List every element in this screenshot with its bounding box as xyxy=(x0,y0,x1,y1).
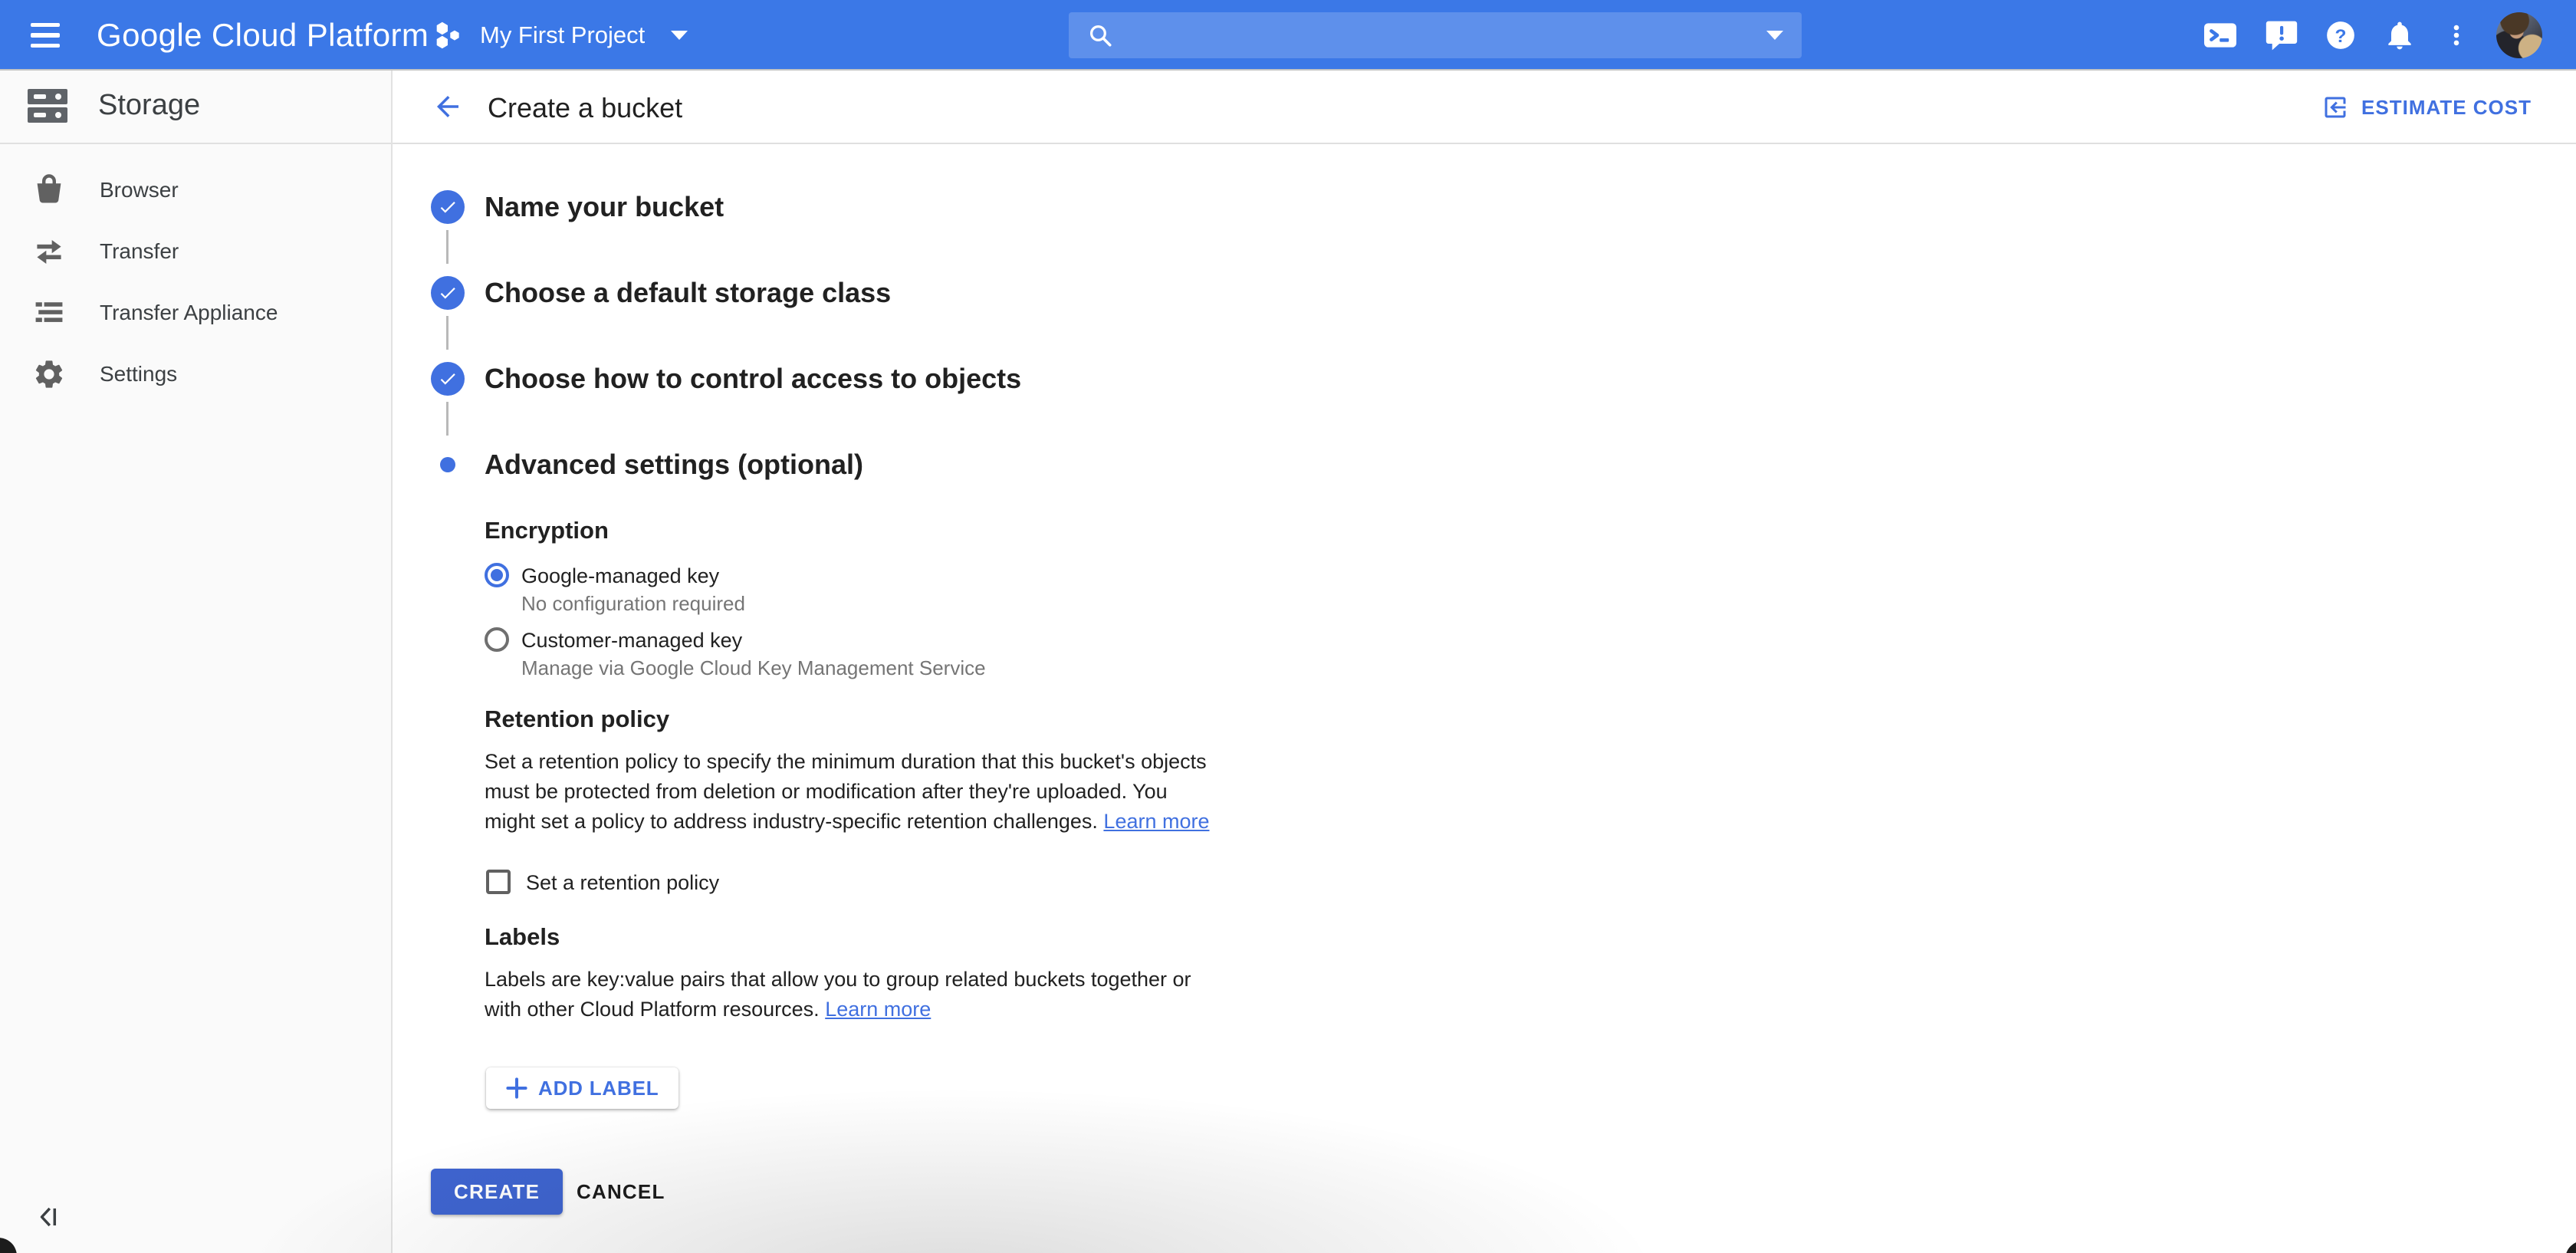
back-arrow-icon[interactable] xyxy=(431,90,465,124)
step-advanced-settings[interactable]: Advanced settings (optional) xyxy=(431,448,863,482)
add-label-button[interactable]: ADD LABEL xyxy=(486,1067,678,1109)
add-label-text: ADD LABEL xyxy=(538,1077,659,1100)
project-name: My First Project xyxy=(480,21,645,49)
search-scope-caret-icon[interactable] xyxy=(1766,31,1783,40)
step-title: Advanced settings (optional) xyxy=(485,449,863,481)
step-connector xyxy=(446,230,449,264)
step-title: Name your bucket xyxy=(485,191,724,223)
radio-customer-managed-key[interactable] xyxy=(485,627,509,652)
sidebar-header: Storage xyxy=(0,71,391,144)
notifications-icon[interactable] xyxy=(2383,18,2417,52)
sidebar-title: Storage xyxy=(98,89,200,122)
caret-down-icon xyxy=(671,31,688,40)
retention-policy-text: Set a retention policy to specify the mi… xyxy=(485,750,1207,833)
step-title: Choose a default storage class xyxy=(485,277,891,309)
sidebar-item-label: Browser xyxy=(100,178,179,202)
topbar-actions: ? xyxy=(2202,0,2542,71)
step-storage-class[interactable]: Choose a default storage class xyxy=(431,276,891,310)
sidebar-item-label: Transfer Appliance xyxy=(100,301,278,325)
labels-heading: Labels xyxy=(485,923,560,951)
cancel-button[interactable]: CANCEL xyxy=(558,1169,684,1215)
step-complete-icon xyxy=(431,276,465,310)
menu-icon[interactable] xyxy=(28,17,67,54)
step-name-your-bucket[interactable]: Name your bucket xyxy=(431,190,724,224)
retention-learn-more-link[interactable]: Learn more xyxy=(1103,810,1209,833)
radio-label[interactable]: Google-managed key xyxy=(521,564,719,588)
estimate-cost-button[interactable]: ESTIMATE COST xyxy=(2321,71,2532,144)
page-header: Create a bucket ESTIMATE COST xyxy=(393,71,2576,144)
plus-icon xyxy=(506,1077,527,1099)
retention-policy-heading: Retention policy xyxy=(485,705,669,733)
radio-google-managed-key[interactable] xyxy=(485,563,509,587)
appliance-list-icon xyxy=(31,294,67,331)
step-complete-icon xyxy=(431,190,465,224)
open-estimate-panel-icon xyxy=(2321,94,2349,121)
search-icon xyxy=(1087,22,1113,48)
step-access-control[interactable]: Choose how to control access to objects xyxy=(431,362,1021,396)
sidebar-nav: Browser Transfer xyxy=(0,144,389,405)
collapse-sidebar-icon[interactable] xyxy=(31,1201,67,1238)
retention-policy-description: Set a retention policy to specify the mi… xyxy=(485,747,1217,837)
sidebar-item-label: Settings xyxy=(100,362,177,386)
feedback-icon[interactable] xyxy=(2265,18,2298,52)
set-retention-policy-label[interactable]: Set a retention policy xyxy=(526,871,719,895)
more-vert-icon[interactable] xyxy=(2443,18,2470,52)
help-icon[interactable]: ? xyxy=(2325,19,2357,51)
search-input[interactable] xyxy=(1125,23,1754,48)
step-current-icon xyxy=(431,448,465,482)
storage-product-icon xyxy=(28,89,67,124)
step-connector xyxy=(446,402,449,436)
sidebar-item-label: Transfer xyxy=(100,239,179,264)
estimate-cost-label: ESTIMATE COST xyxy=(2361,96,2532,120)
radio-description: Manage via Google Cloud Key Management S… xyxy=(521,656,986,680)
project-selector[interactable]: My First Project xyxy=(432,0,688,71)
radio-label[interactable]: Customer-managed key xyxy=(521,629,742,653)
page-title: Create a bucket xyxy=(488,92,682,124)
encryption-heading: Encryption xyxy=(485,517,609,544)
sidebar: Storage Browser xyxy=(0,71,393,1253)
svg-text:?: ? xyxy=(2335,26,2347,47)
main-content: Create a bucket ESTIMATE COST Name your … xyxy=(393,71,2576,1253)
gcp-console: Google Cloud Platform My First Project xyxy=(0,0,2576,1253)
search-bar[interactable] xyxy=(1069,12,1802,58)
sidebar-item-settings[interactable]: Settings xyxy=(0,344,389,405)
swap-arrows-icon xyxy=(31,233,67,270)
topbar: Google Cloud Platform My First Project xyxy=(0,0,2576,71)
project-hexagons-icon xyxy=(432,18,466,52)
step-complete-icon xyxy=(431,362,465,396)
labels-learn-more-link[interactable]: Learn more xyxy=(825,998,931,1021)
sidebar-item-transfer-appliance[interactable]: Transfer Appliance xyxy=(0,282,389,344)
step-title: Choose how to control access to objects xyxy=(485,363,1021,395)
gcp-logo[interactable]: Google Cloud Platform xyxy=(97,0,429,71)
avatar[interactable] xyxy=(2496,12,2542,58)
set-retention-policy-checkbox[interactable] xyxy=(486,870,511,894)
sidebar-item-transfer[interactable]: Transfer xyxy=(0,221,389,282)
cloud-shell-icon[interactable] xyxy=(2202,17,2239,54)
gear-icon xyxy=(31,356,67,393)
radio-description: No configuration required xyxy=(521,592,745,616)
bucket-icon xyxy=(31,172,67,209)
sidebar-item-browser[interactable]: Browser xyxy=(0,160,389,221)
step-connector xyxy=(446,316,449,350)
labels-description: Labels are key:value pairs that allow yo… xyxy=(485,965,1217,1024)
create-button[interactable]: CREATE xyxy=(431,1169,563,1215)
